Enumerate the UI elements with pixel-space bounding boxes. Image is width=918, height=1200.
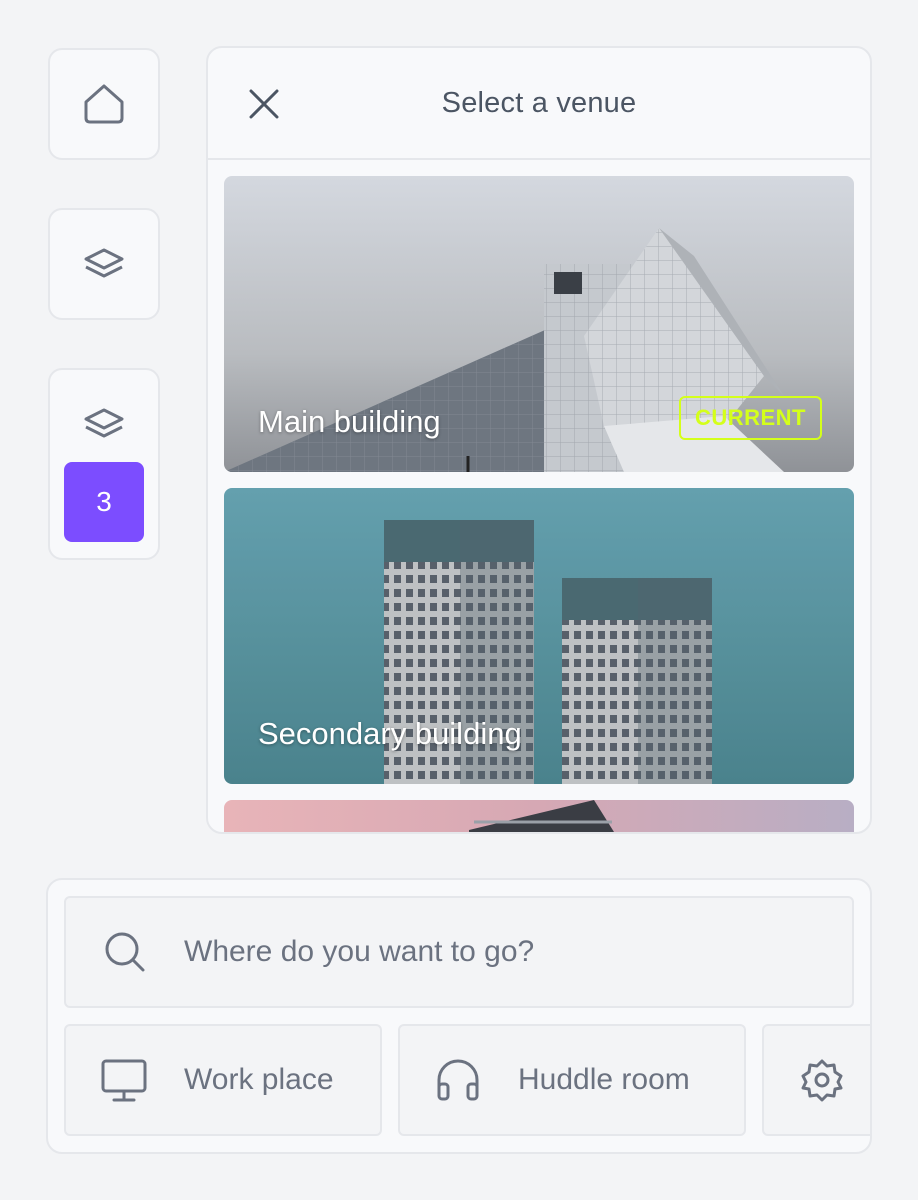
gear-icon (798, 1056, 846, 1104)
panel-header: Select a venue (208, 48, 870, 160)
panel-title: Select a venue (441, 86, 637, 119)
venue-name: Main building (258, 404, 441, 439)
venue-name: Secondary building (258, 716, 522, 751)
venue-card-main-building[interactable]: Main building CURRENT (224, 176, 854, 472)
monitor-icon (100, 1056, 148, 1104)
floor-number-badge[interactable]: 3 (64, 462, 144, 542)
current-badge: CURRENT (678, 396, 822, 440)
headphones-icon (434, 1056, 482, 1104)
layers-button[interactable] (48, 208, 160, 320)
floor-selector-button[interactable]: 3 (48, 368, 160, 560)
close-button[interactable] (246, 86, 282, 122)
venue-card-third[interactable] (224, 800, 854, 832)
layers-icon (82, 404, 126, 448)
filter-label: Work place (184, 1063, 334, 1096)
filter-huddle-room[interactable]: Huddle room (398, 1024, 746, 1136)
home-icon (82, 82, 126, 126)
venue-list: Main building CURRENT Secondary building (224, 176, 854, 832)
venue-image (224, 800, 854, 832)
venue-selector-panel: Select a venue Main building CURRENT Sec… (206, 46, 872, 834)
search-input[interactable] (184, 935, 784, 969)
filter-label: Huddle room (518, 1063, 690, 1096)
search-box[interactable] (64, 896, 854, 1008)
search-icon (102, 929, 148, 975)
home-button[interactable] (48, 48, 160, 160)
filter-work-place[interactable]: Work place (64, 1024, 382, 1136)
close-icon (249, 89, 279, 119)
venue-card-secondary-building[interactable]: Secondary building (224, 488, 854, 784)
filter-settings[interactable] (762, 1024, 870, 1136)
quick-filters: Work place Huddle room (64, 1024, 870, 1136)
layers-icon (82, 244, 126, 288)
search-panel: Work place Huddle room (46, 878, 872, 1154)
